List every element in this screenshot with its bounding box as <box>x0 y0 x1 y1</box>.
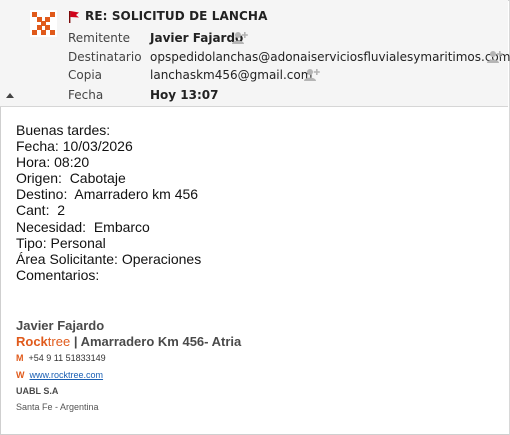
collapse-triangle-icon[interactable] <box>6 92 14 98</box>
cc-label: Copia <box>68 68 103 82</box>
from-value[interactable]: Javier Fajardo <box>150 31 243 45</box>
body-line: Área Solicitante: Operaciones <box>16 250 202 267</box>
signature-name: Javier Fajardo <box>16 318 105 333</box>
cc-value[interactable]: lanchaskm456@gmail.com <box>150 68 312 82</box>
add-contact-icon[interactable] <box>487 50 503 64</box>
signature-phone: +54 9 11 51833149 <box>28 353 106 363</box>
phone-key: M <box>16 353 24 363</box>
body-line: Buenas tardes: <box>16 122 111 138</box>
body-line: Origen: Cabotaje <box>16 170 126 187</box>
body-line: Tipo: Personal <box>16 234 106 251</box>
signature-location: Amarradero Km 456- Atria <box>80 334 242 349</box>
date-label: Fecha <box>68 88 104 102</box>
body-line: Comentarios: <box>16 266 100 283</box>
signature-company: UABL S.A <box>16 386 59 396</box>
signature-city: Santa Fe - Argentina <box>16 402 99 412</box>
to-value[interactable]: opspedidolanchas@adonaiserviciosfluviale… <box>150 50 510 64</box>
signature-website-link[interactable]: www.rocktree.com <box>30 370 104 380</box>
body-line: Fecha: 10/03/2026 <box>16 138 133 155</box>
signature-company-line: Rocktree | Amarradero Km 456- Atria <box>16 334 241 349</box>
red-flag-icon[interactable] <box>68 10 80 23</box>
body-line: Destino: Amarradero km 456 <box>16 186 199 203</box>
email-signature: Javier Fajardo Rocktree | Amarradero Km … <box>16 318 241 412</box>
brand-tree: tree <box>47 334 71 349</box>
from-label: Remitente <box>68 31 130 45</box>
brand-rock: Rock <box>16 334 48 349</box>
body-line: Necesidad: Embarco <box>16 218 150 235</box>
signature-phone-line: M +54 9 11 51833149 <box>16 353 106 363</box>
to-label: Destinatario <box>68 50 142 64</box>
body-line: Cant: 2 <box>16 202 66 219</box>
signature-web-line: Wwww.rocktree.com <box>16 370 103 380</box>
add-contact-icon[interactable] <box>304 68 320 82</box>
date-row: Fecha Hoy 13:07 <box>0 88 508 106</box>
message-subject: RE: SOLICITUD DE LANCHA <box>85 9 268 23</box>
cc-row: Copia lanchaskm456@gmail.com <box>0 68 508 86</box>
web-key: W <box>16 370 25 380</box>
add-contact-icon[interactable] <box>232 31 248 45</box>
message-header: RE: SOLICITUD DE LANCHA Remitente Javier… <box>0 0 510 107</box>
to-row: Destinatario opspedidolanchas@adonaiserv… <box>0 50 510 68</box>
from-row: Remitente Javier Fajardo <box>0 31 508 49</box>
date-value: Hoy 13:07 <box>150 88 219 102</box>
message-body: Buenas tardes: Fecha: 10/03/2026 Hora: 0… <box>16 122 201 283</box>
brand-separator: | <box>70 334 81 349</box>
body-line: Hora: 08:20 <box>16 154 90 171</box>
